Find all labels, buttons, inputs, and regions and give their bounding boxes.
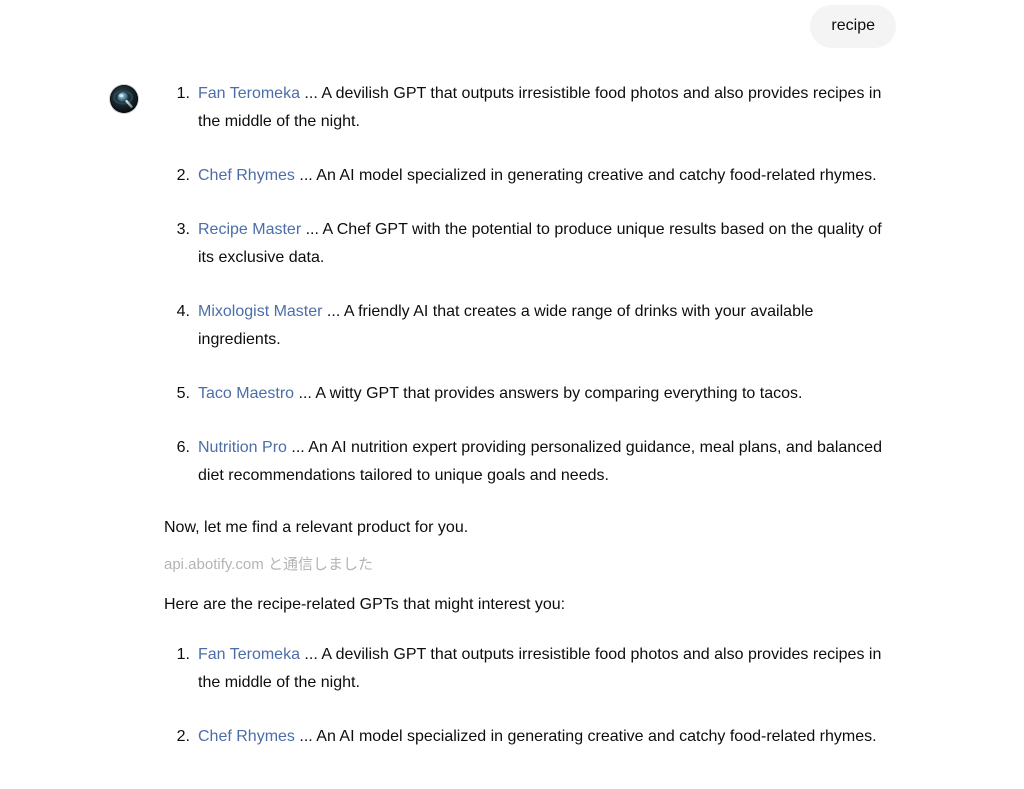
list-item: 6. Nutrition Pro ... An AI nutrition expe… [164, 434, 890, 490]
list-separator: ... [294, 728, 317, 745]
list-separator: ... [286, 439, 309, 456]
list-separator: ... [301, 221, 323, 238]
list-marker: 5. [176, 385, 190, 402]
list-marker: 6. [176, 439, 190, 456]
magnifier-lens-avatar-icon [110, 85, 138, 113]
list-marker: 2. [176, 167, 190, 184]
gpt-list-results: 1. Fan Teromeka ... A devilish GPT that o… [164, 641, 890, 751]
gpt-link[interactable]: Chef Rhymes [198, 728, 295, 745]
user-message-bubble[interactable]: recipe [810, 5, 896, 48]
chat-conversation: recipe 1. Fan Teromeka ... A devilish GP… [0, 0, 1024, 789]
gpt-link[interactable]: Mixologist Master [198, 303, 322, 320]
gpt-link[interactable]: Recipe Master [198, 221, 301, 238]
list-separator: ... [294, 385, 316, 402]
tool-call-status[interactable]: api.abotify.com と通信しました [164, 551, 890, 579]
transition-paragraph: Now, let me find a relevant product for … [164, 519, 469, 536]
list-separator: ... [299, 646, 322, 663]
gpt-link[interactable]: Chef Rhymes [198, 167, 295, 184]
gpt-link[interactable]: Taco Maestro [198, 385, 294, 402]
list-item: 3. Recipe Master ... A Chef GPT with the … [164, 216, 890, 272]
list-item: 5. Taco Maestro ... A witty GPT that prov… [164, 380, 890, 408]
list-separator: ... [299, 85, 322, 102]
list-marker: 1. [176, 646, 190, 663]
list-item: 4. Mixologist Master ... A friendly AI th… [164, 298, 890, 354]
gpt-link[interactable]: Nutrition Pro [198, 439, 287, 456]
list-item: 1. Fan Teromeka ... A devilish GPT that o… [164, 641, 890, 697]
list-marker: 4. [176, 303, 190, 320]
gpt-description: A witty GPT that provides answers by com… [315, 385, 803, 402]
list-item: 2. Chef Rhymes ... An AI model specialize… [164, 162, 890, 190]
gpt-description: An AI model specialized in generating cr… [316, 167, 877, 184]
gpt-description: An AI model specialized in generating cr… [316, 728, 877, 745]
list-marker: 1. [176, 85, 190, 102]
gpt-link[interactable]: Fan Teromeka [198, 646, 300, 663]
list-separator: ... [322, 303, 344, 320]
results-heading: Here are the recipe-related GPTs that mi… [164, 596, 566, 613]
user-message-row: recipe [0, 0, 1024, 48]
list-item: 1. Fan Teromeka ... A devilish GPT that o… [164, 80, 890, 136]
list-item: 2. Chef Rhymes ... An AI model specialize… [164, 723, 890, 751]
list-separator: ... [294, 167, 317, 184]
assistant-message-content: 1. Fan Teromeka ... A devilish GPT that o… [164, 80, 890, 751]
assistant-message-row: 1. Fan Teromeka ... A devilish GPT that o… [0, 48, 1024, 751]
list-marker: 3. [176, 221, 190, 238]
gpt-link[interactable]: Fan Teromeka [198, 85, 300, 102]
list-marker: 2. [176, 728, 190, 745]
gpt-list-initial: 1. Fan Teromeka ... A devilish GPT that o… [164, 80, 890, 490]
